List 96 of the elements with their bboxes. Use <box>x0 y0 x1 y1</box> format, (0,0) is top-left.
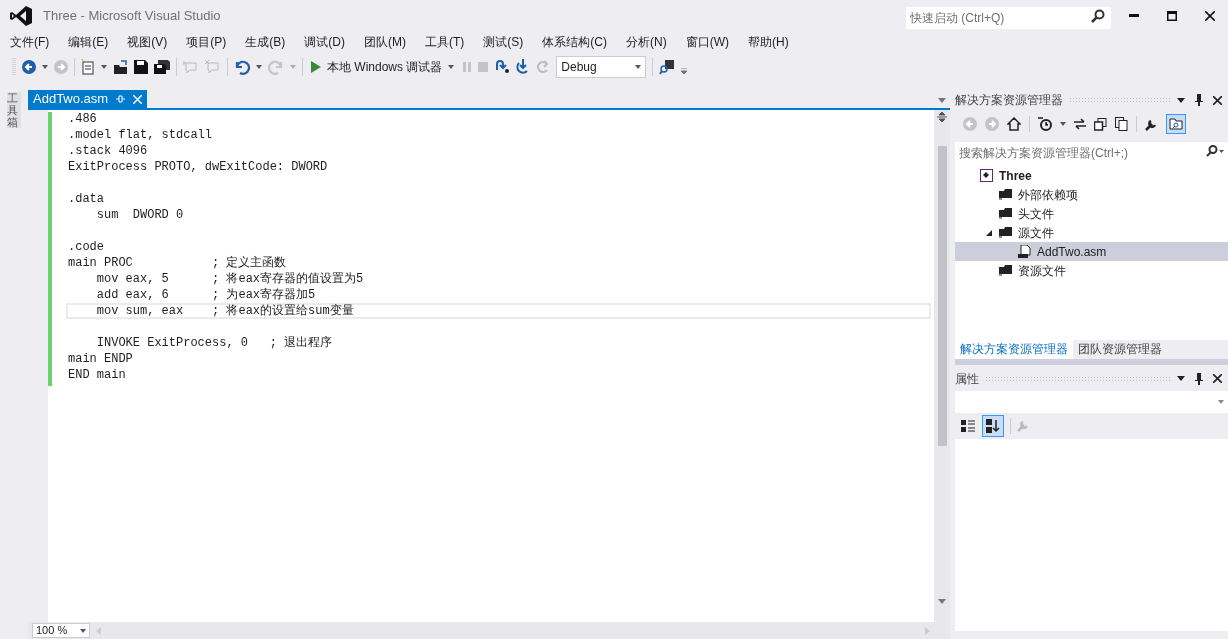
tree-item[interactable]: Three <box>955 166 1228 185</box>
folder-search-icon <box>1169 118 1183 130</box>
maximize-icon[interactable] <box>1167 11 1177 21</box>
dropdown-icon <box>448 65 455 69</box>
menu-item[interactable]: 调试(D) <box>298 33 351 51</box>
dropdown-icon <box>80 628 86 633</box>
zoom-dropdown[interactable]: 100 % <box>32 623 90 638</box>
dropdown-icon[interactable] <box>42 65 48 69</box>
menu-item[interactable]: 体系结构(C) <box>536 33 613 51</box>
window-title: Three - Microsoft Visual Studio <box>43 7 221 26</box>
step-into-icon[interactable] <box>516 59 531 75</box>
find-icon[interactable] <box>659 59 676 75</box>
pages-icon[interactable] <box>1115 117 1128 131</box>
filter-folder-icon <box>999 188 1012 201</box>
code-line: mov sum, eax ; 将eax的设置给sum变量 <box>95 304 354 318</box>
play-icon <box>311 61 321 73</box>
scroll-thumb[interactable] <box>937 146 947 446</box>
search-icon <box>1091 9 1105 23</box>
categorized-icon[interactable] <box>960 417 976 434</box>
close-icon[interactable] <box>1205 11 1215 21</box>
configuration-dropdown[interactable]: Debug <box>556 56 647 78</box>
minimize-icon[interactable] <box>1129 14 1139 18</box>
code-line: .stack 4096 <box>68 144 148 158</box>
tree-item[interactable]: 头文件 <box>955 204 1228 223</box>
menu-item[interactable]: 生成(B) <box>239 33 292 51</box>
save-all-icon[interactable] <box>154 60 170 74</box>
open-file-icon[interactable] <box>113 60 128 74</box>
code-line: END main <box>68 368 126 382</box>
search-field[interactable]: 搜索解决方案资源管理器(Ctrl+;) <box>955 142 1228 164</box>
history-icon[interactable] <box>1038 117 1052 131</box>
menu-item[interactable]: 文件(F) <box>4 33 56 51</box>
code-line: main ENDP <box>68 352 133 366</box>
expanded-icon[interactable] <box>986 229 992 236</box>
back-icon[interactable] <box>22 60 36 74</box>
menu-item[interactable]: 帮助(H) <box>742 33 795 51</box>
panel-tab[interactable]: 解决方案资源管理器 <box>955 339 1073 359</box>
step-over-icon[interactable] <box>494 60 511 74</box>
pin-icon[interactable] <box>1195 372 1203 385</box>
dropdown-icon <box>1218 399 1224 404</box>
menu-item[interactable]: 测试(S) <box>477 33 530 51</box>
filter-folder-icon <box>999 207 1012 220</box>
new-project-icon[interactable] <box>81 59 95 75</box>
menu-item[interactable]: 分析(N) <box>620 33 673 51</box>
panel-tab[interactable]: 团队资源管理器 <box>1073 339 1167 359</box>
menu-item[interactable]: 项目(P) <box>180 33 233 51</box>
solution-icon <box>980 169 993 182</box>
scroll-down-icon[interactable] <box>938 599 946 604</box>
menu-item[interactable]: 团队(M) <box>358 33 412 51</box>
tree-item[interactable]: AddTwo.asm <box>955 242 1228 261</box>
sort-icon <box>986 418 1000 433</box>
close-icon[interactable] <box>1213 374 1222 383</box>
overflow-icon[interactable] <box>681 68 688 74</box>
menu-item[interactable]: 编辑(E) <box>62 33 115 51</box>
dropdown-icon[interactable] <box>1060 122 1066 126</box>
code-line: .486 <box>68 112 97 126</box>
code-line: sum DWORD 0 <box>95 208 184 222</box>
pin-icon[interactable] <box>1195 94 1203 106</box>
search-icon <box>1206 145 1224 157</box>
tree-item[interactable]: 资源文件 <box>955 261 1228 280</box>
sync-icon[interactable] <box>1074 118 1086 130</box>
wrench-icon[interactable] <box>1145 117 1158 131</box>
menu-item[interactable]: 窗口(W) <box>679 33 735 51</box>
toolbox-tab[interactable]: 工具箱 <box>7 92 21 129</box>
start-debugging-button[interactable]: 本地 Windows 调试器 <box>309 57 457 77</box>
dropdown-icon <box>635 65 642 69</box>
alphabetical-button[interactable] <box>982 414 1004 437</box>
filter-folder-icon <box>999 226 1012 239</box>
undo-icon[interactable] <box>234 59 250 75</box>
filter-folder-icon <box>999 264 1012 277</box>
collapse-all-icon[interactable] <box>1094 117 1107 131</box>
dropdown-icon[interactable] <box>256 65 262 69</box>
code-line: mov eax, 5 ; 将eax寄存器的值设置为5 <box>95 272 364 286</box>
quick-launch-field[interactable]: 快速启动 (Ctrl+Q) <box>906 7 1111 29</box>
logo-icon <box>10 6 32 26</box>
code-line: ExitProcess PROTO, dwExitCode: DWORD <box>68 160 328 174</box>
close-icon[interactable] <box>1213 95 1222 105</box>
panel-title: 属性 <box>955 370 979 388</box>
panel-title: 解决方案资源管理器 <box>955 92 1063 109</box>
menu-item[interactable]: 工具(T) <box>419 33 471 51</box>
save-icon[interactable] <box>134 60 148 74</box>
dropdown-icon[interactable] <box>101 65 107 69</box>
code-line: INVOKE ExitProcess, 0 ; 退出程序 <box>95 336 333 350</box>
dropdown-icon[interactable] <box>1177 376 1185 381</box>
folder-view-button[interactable] <box>1166 114 1186 134</box>
code-line: add eax, 6 ; 为eax寄存器加5 <box>95 288 316 302</box>
menu-item[interactable]: 视图(V) <box>121 33 174 51</box>
code-line: .code <box>68 240 104 254</box>
home-icon[interactable] <box>1007 117 1021 131</box>
code-line: .model flat, stdcall <box>68 128 213 142</box>
dropdown-icon[interactable] <box>1177 97 1185 103</box>
split-icon[interactable] <box>937 112 947 122</box>
code-line: main PROC ; 定义主函数 <box>68 256 287 270</box>
asm-file-icon <box>1018 245 1031 258</box>
tree-item[interactable]: 源文件 <box>955 223 1228 242</box>
tree-item[interactable]: 外部依赖项 <box>955 185 1228 204</box>
code-line: .data <box>68 192 104 206</box>
